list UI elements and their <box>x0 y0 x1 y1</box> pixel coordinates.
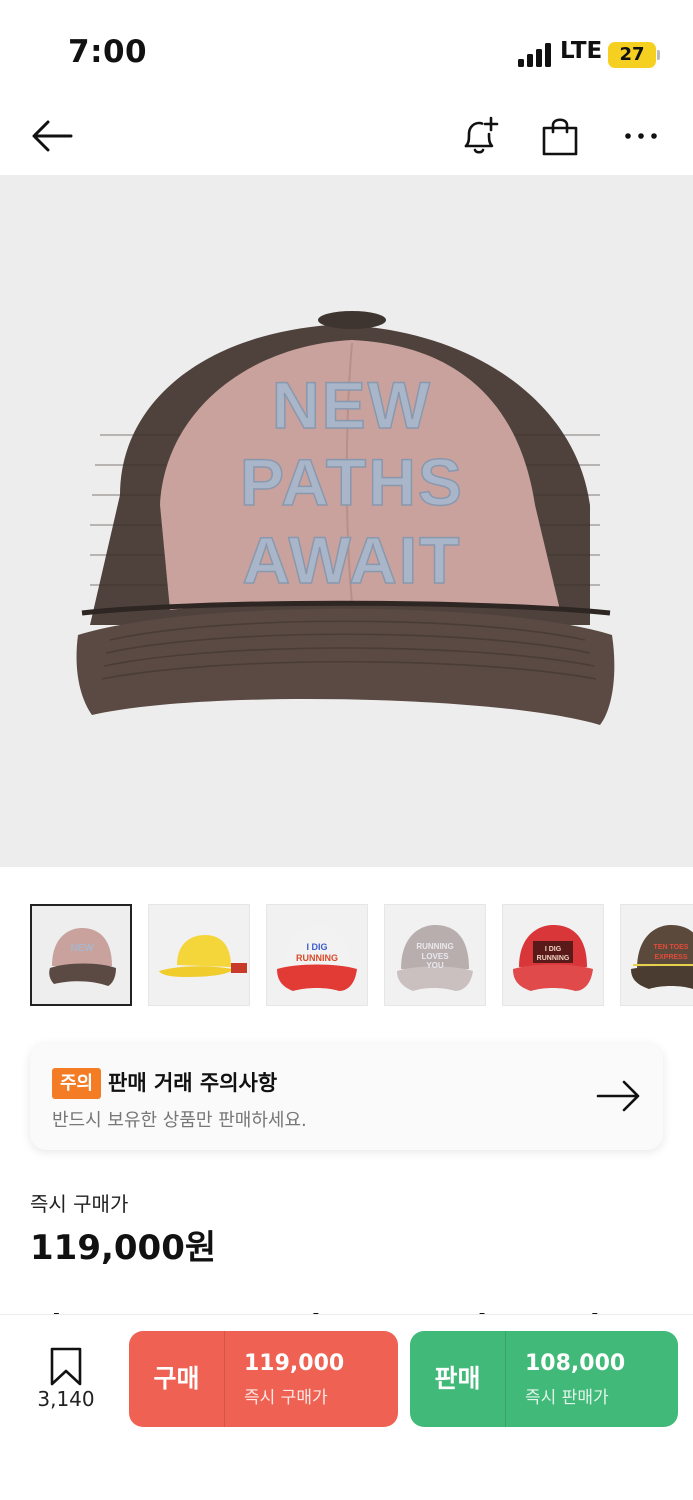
status-bar: 7:00 LTE 27 <box>0 0 693 100</box>
wishlist-count: 3,140 <box>37 1387 95 1411</box>
thumbnail-brown-cap[interactable]: TEN TOES EXPRESS <box>620 904 693 1006</box>
status-time: 7:00 <box>68 34 148 70</box>
sell-sub-label: 즉시 판매가 <box>525 1388 609 1408</box>
signal-icon <box>518 43 551 67</box>
svg-text:AWAIT: AWAIT <box>243 523 462 597</box>
svg-text:YOU: YOU <box>426 961 444 970</box>
sell-button[interactable]: 판매 108,000 즉시 판매가 <box>410 1331 678 1427</box>
notice-subtitle: 반드시 보유한 상품만 판매하세요. <box>52 1110 307 1131</box>
bookmark-icon[interactable] <box>49 1347 83 1387</box>
arrow-right-icon <box>596 1080 640 1112</box>
bell-plus-icon[interactable] <box>455 112 503 160</box>
network-type: LTE <box>560 38 603 64</box>
caution-badge: 주의 <box>52 1068 102 1099</box>
thumbnail-grey-cap[interactable]: RUNNING LOVES YOU <box>384 904 486 1006</box>
instant-buy-price-label: 즉시 구매가 <box>30 1192 129 1216</box>
buy-divider <box>224 1331 225 1427</box>
buy-sub-label: 즉시 구매가 <box>244 1388 328 1408</box>
sale-caution-notice[interactable]: 주의 판매 거래 주의사항 반드시 보유한 상품만 판매하세요. <box>30 1044 663 1150</box>
thumbnail-yellow-cap[interactable] <box>148 904 250 1006</box>
battery-icon: 27 <box>608 42 656 68</box>
bottom-action-bar: 3,140 구매 119,000 즉시 구매가 판매 108,000 즉시 판매… <box>0 1314 693 1500</box>
instant-buy-price: 119,000원 <box>30 1228 217 1268</box>
svg-text:TEN TOES: TEN TOES <box>654 944 689 951</box>
svg-text:I DIG: I DIG <box>545 946 562 953</box>
svg-text:PATHS: PATHS <box>240 445 464 519</box>
thumbnail-brown-pink-cap[interactable]: NEW <box>30 904 132 1006</box>
more-icon[interactable] <box>617 112 665 160</box>
thumbnail-red-cap[interactable]: I DIG RUNNING <box>502 904 604 1006</box>
svg-text:RUNNING: RUNNING <box>296 953 338 963</box>
svg-text:LOVES: LOVES <box>421 952 449 961</box>
svg-text:RUNNING: RUNNING <box>537 955 570 962</box>
top-nav <box>0 100 693 172</box>
svg-text:I DIG: I DIG <box>306 942 327 952</box>
buy-amount: 119,000 <box>244 1351 345 1376</box>
svg-text:NEW: NEW <box>272 368 432 442</box>
product-hero-image[interactable]: NEW PATHS AWAIT <box>0 175 693 867</box>
shopping-bag-icon[interactable] <box>536 112 584 160</box>
svg-text:RUNNING: RUNNING <box>416 942 453 951</box>
buy-button[interactable]: 구매 119,000 즉시 구매가 <box>129 1331 398 1427</box>
thumbnail-white-red-cap[interactable]: I DIG RUNNING <box>266 904 368 1006</box>
thumbnail-strip: NEW I DIG RUNNING RUNNING LOVES YOU I DI… <box>30 904 693 1006</box>
cap-image: NEW PATHS AWAIT <box>76 311 615 725</box>
buy-label: 구매 <box>153 1364 200 1393</box>
battery-cap <box>657 50 660 60</box>
sell-label: 판매 <box>434 1364 481 1393</box>
back-arrow-icon[interactable] <box>28 112 76 160</box>
svg-text:NEW: NEW <box>70 943 94 954</box>
notice-title: 판매 거래 주의사항 <box>108 1071 278 1095</box>
svg-text:EXPRESS: EXPRESS <box>654 954 687 961</box>
sell-amount: 108,000 <box>525 1351 626 1376</box>
sell-divider <box>505 1331 506 1427</box>
